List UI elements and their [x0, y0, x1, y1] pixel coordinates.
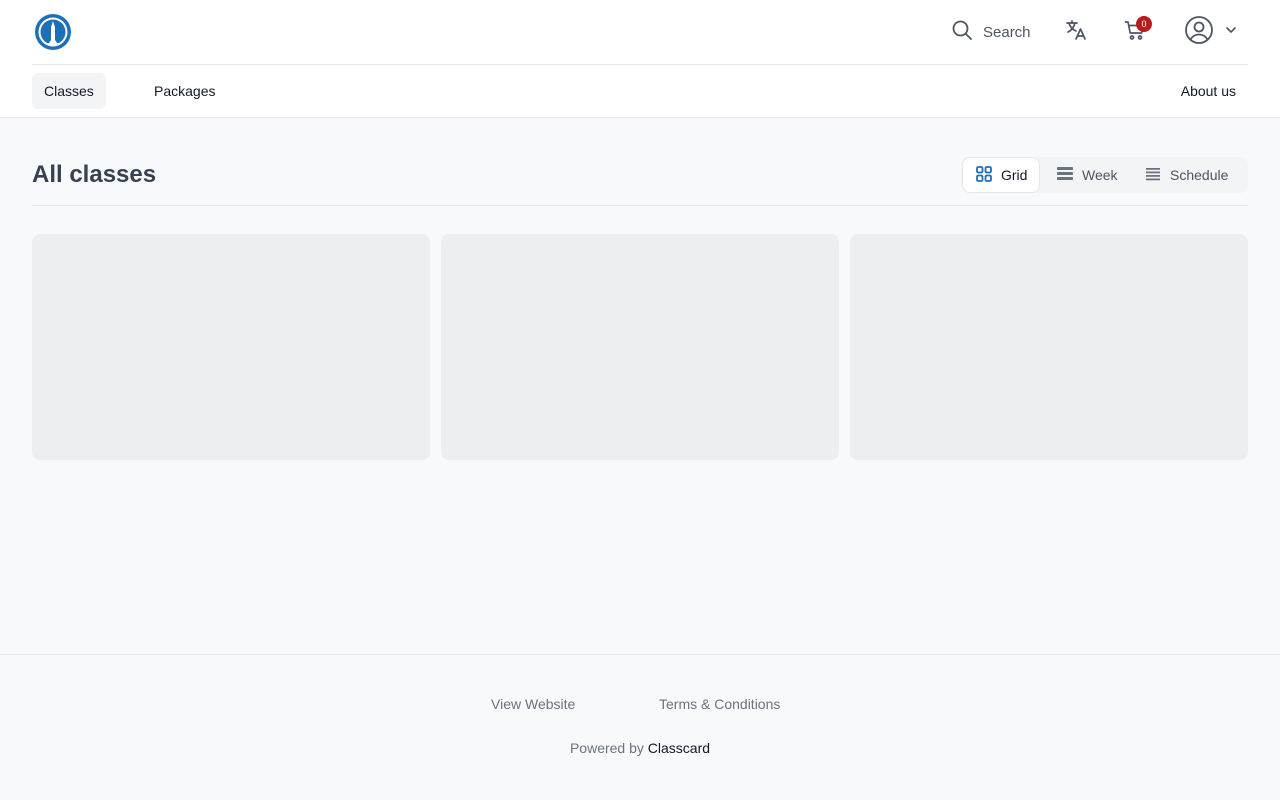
view-website-link[interactable]: View Website — [491, 696, 575, 712]
list-icon — [1144, 165, 1162, 186]
section-divider — [32, 205, 1248, 206]
powered-by: Powered by Classcard — [0, 740, 1280, 756]
view-grid-button[interactable]: Grid — [963, 158, 1040, 192]
nav-packages[interactable]: Packages — [142, 73, 227, 109]
chevron-down-icon — [1224, 23, 1238, 42]
language-button[interactable] — [1063, 19, 1089, 45]
terms-link[interactable]: Terms & Conditions — [659, 696, 780, 712]
view-grid-label: Grid — [1001, 167, 1028, 183]
nav-classes[interactable]: Classes — [32, 73, 106, 109]
user-circle-icon — [1184, 15, 1214, 50]
grid-icon — [975, 165, 993, 186]
week-icon — [1056, 165, 1074, 186]
class-card-placeholder — [441, 234, 839, 460]
class-card-placeholder — [32, 234, 430, 460]
account-menu[interactable] — [1184, 15, 1238, 50]
powered-by-label: Powered by — [569, 740, 644, 756]
nav-about-us[interactable]: About us — [1169, 73, 1248, 109]
search-icon — [950, 18, 974, 47]
academy-logo[interactable] — [34, 13, 72, 51]
main-nav: Classes Packages About us — [32, 73, 1248, 109]
search-label: Search — [983, 23, 1031, 41]
translate-icon — [1064, 18, 1088, 47]
view-week-label: Week — [1082, 167, 1118, 183]
cart-button[interactable]: 0 — [1122, 16, 1152, 45]
site-footer: View Website Terms & Conditions Powered … — [0, 654, 1280, 800]
classcard-link[interactable]: Classcard — [648, 740, 710, 756]
view-schedule-label: Schedule — [1170, 167, 1229, 183]
top-bar: Search 0 — [32, 0, 1248, 65]
page-title: All classes — [32, 161, 157, 188]
cart-count-badge: 0 — [1136, 16, 1152, 32]
view-toggle: Grid Week Schedule — [961, 157, 1248, 193]
class-card-placeholder — [850, 234, 1248, 460]
view-schedule-button[interactable]: Schedule — [1132, 158, 1240, 192]
view-week-button[interactable]: Week — [1044, 158, 1130, 192]
search-button[interactable]: Search — [950, 19, 1031, 45]
site-header: Search 0 Classes Packages About us — [0, 0, 1280, 118]
